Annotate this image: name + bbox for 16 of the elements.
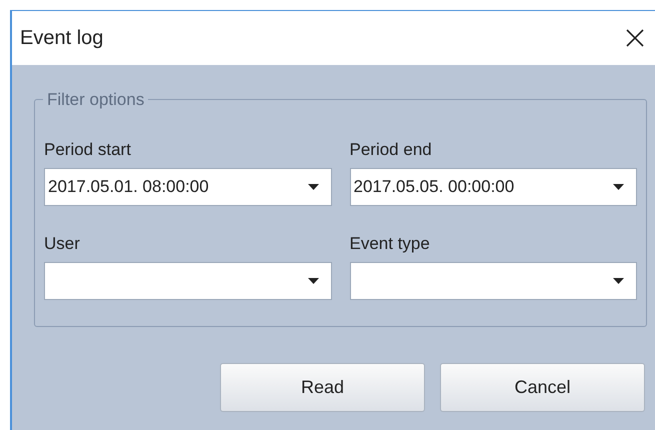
dialog-button[interactable]: Cancel	[440, 363, 645, 412]
dropdown-field[interactable]: 2017.05.01. 08:00:00	[44, 168, 332, 206]
dropdown-field[interactable]: 2017.05.05. 00:00:00	[350, 168, 637, 206]
dropdown-arrow-icon	[613, 278, 624, 284]
dropdown-field[interactable]	[350, 262, 637, 300]
field-label: Event type	[350, 234, 431, 254]
dropdown-arrow-icon	[613, 184, 624, 190]
field-label: User	[44, 234, 81, 254]
field-label: Period start	[44, 140, 132, 160]
dialog-button[interactable]: Read	[220, 363, 425, 412]
dropdown-field[interactable]	[44, 262, 332, 300]
dropdown-arrow-icon	[308, 184, 318, 190]
dropdown-arrow-icon	[308, 278, 318, 284]
window-title: Event log	[20, 26, 104, 51]
field-label: Period end	[350, 140, 433, 160]
close-icon[interactable]	[625, 28, 645, 48]
